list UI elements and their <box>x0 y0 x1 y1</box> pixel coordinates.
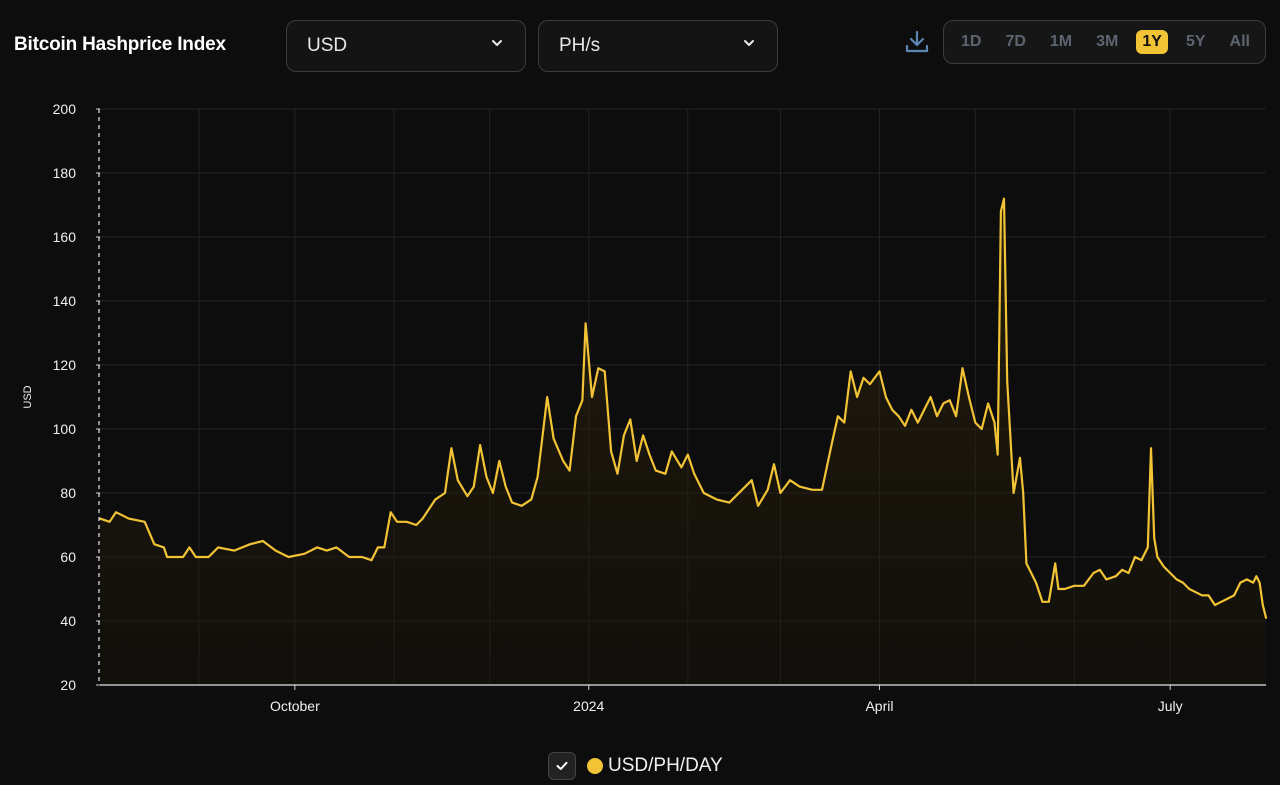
x-tick-label: October <box>270 698 320 714</box>
y-tick-label: 140 <box>53 293 77 309</box>
check-icon <box>556 761 568 770</box>
y-axis-title: USD <box>22 385 34 408</box>
legend-label: USD/PH/DAY <box>608 755 723 776</box>
y-tick-label: 80 <box>60 485 76 501</box>
y-tick-label: 200 <box>53 101 77 117</box>
chart-area-layer <box>98 197 1268 685</box>
series-color-dot <box>587 758 603 774</box>
chart-legend: USD/PH/DAY <box>548 752 723 780</box>
y-tick-label: 120 <box>53 357 77 373</box>
series-toggle-checkbox[interactable] <box>548 752 576 780</box>
x-tick-label: 2024 <box>573 698 604 714</box>
x-tick-label: July <box>1158 698 1183 714</box>
y-tick-label: 40 <box>60 613 76 629</box>
y-tick-label: 100 <box>53 421 77 437</box>
y-tick-label: 60 <box>60 549 76 565</box>
series-area-fill <box>100 198 1266 685</box>
hashprice-chart: 20 40 60 80 100 120 140 160 180 200 October 2024 Apr… <box>22 101 1268 714</box>
y-tick-label: 20 <box>60 677 76 693</box>
x-tick-label: April <box>865 698 893 714</box>
y-tick-label: 180 <box>53 165 77 181</box>
y-tick-label: 160 <box>53 229 77 245</box>
